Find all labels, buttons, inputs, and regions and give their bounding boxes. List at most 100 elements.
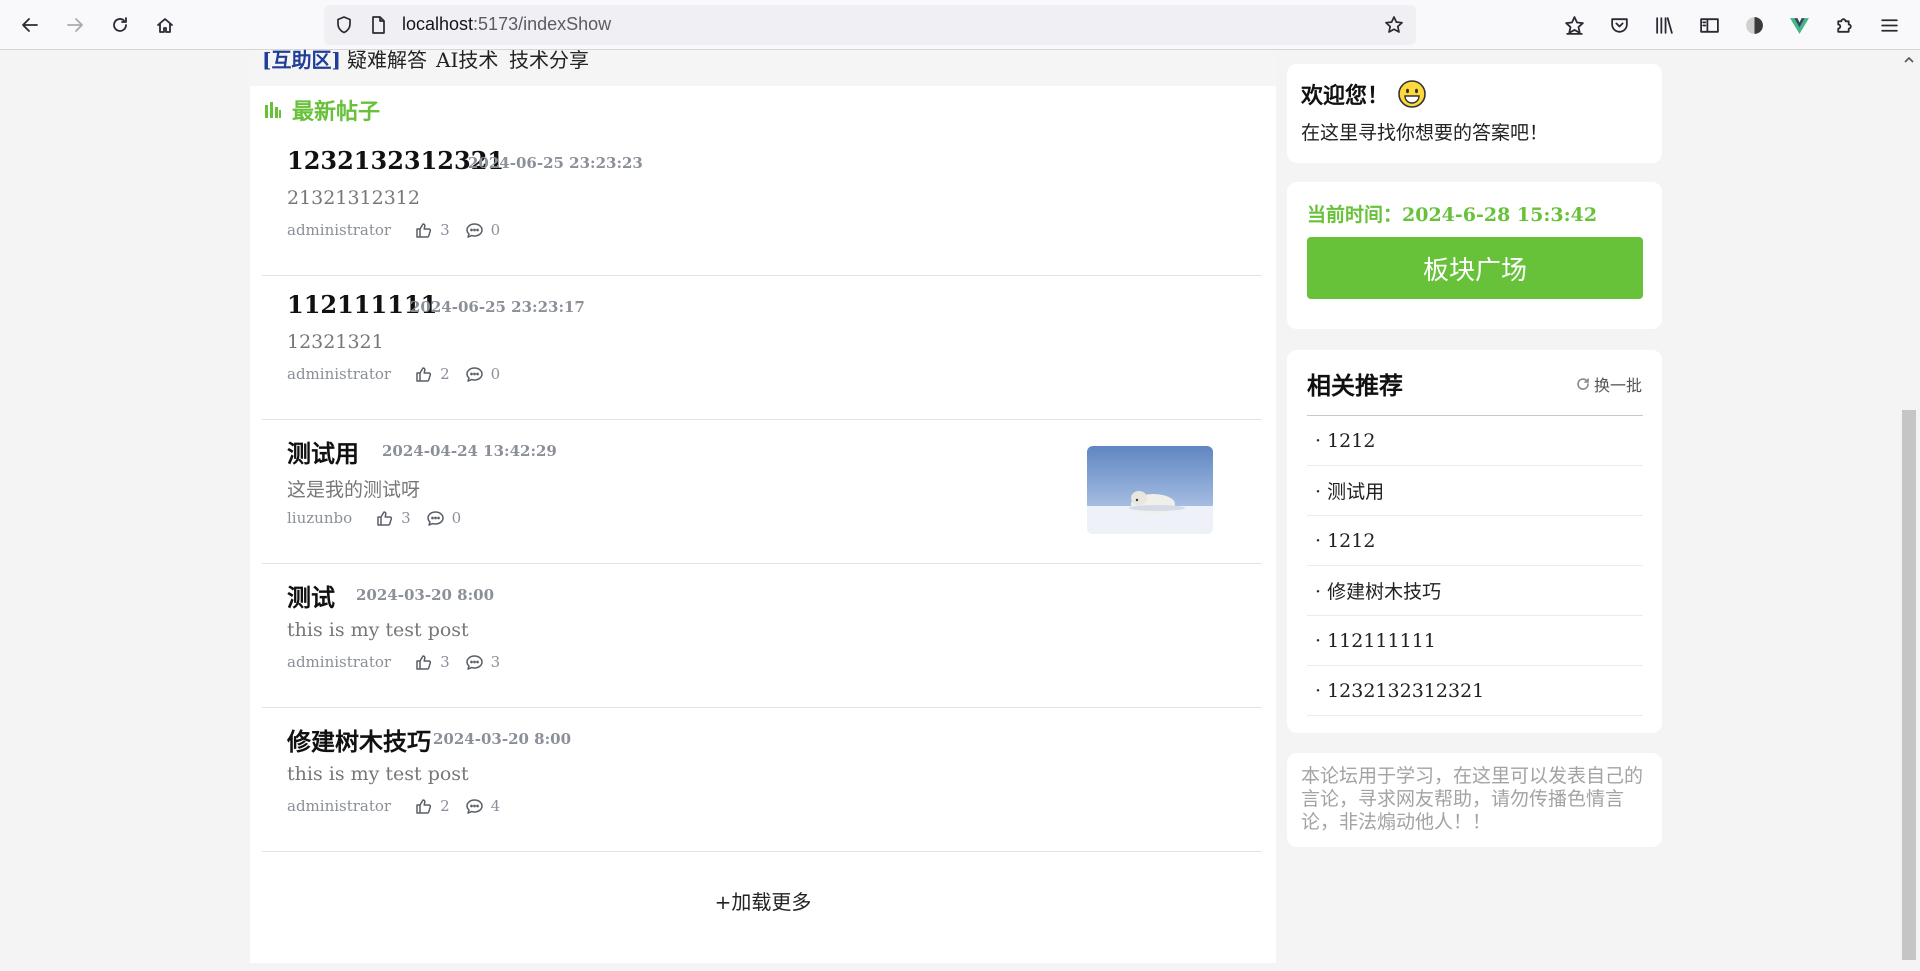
recommend-item[interactable]: · 1232132312321: [1307, 666, 1643, 716]
url-path: :5173/indexShow: [473, 14, 612, 34]
post-date: 2024-06-25 23:23:17: [410, 298, 585, 316]
welcome-title: 欢迎您！: [1301, 78, 1427, 110]
forward-button[interactable]: [61, 11, 89, 39]
post-author[interactable]: administrator: [287, 797, 391, 815]
about-text: 本论坛用于学习，在这里可以发表自己的言论，寻求网友帮助，请勿传播色情言论，非法煽…: [1301, 765, 1644, 833]
forward-arrow-icon: [67, 18, 83, 32]
comment-count: 0: [451, 509, 462, 527]
recommend-item[interactable]: · 测试用: [1307, 466, 1643, 516]
like-count: 3: [401, 509, 411, 527]
recommend-item[interactable]: · 1212: [1307, 416, 1643, 466]
post-item[interactable]: 112111111 2024-06-25 23:23:17 12321321 a…: [262, 276, 1262, 420]
comment-count: 3: [490, 653, 501, 671]
scroll-up-arrow-icon[interactable]: [1903, 54, 1915, 66]
nav-link-ai[interactable]: AI技术: [436, 44, 498, 73]
pocket-icon[interactable]: [1607, 13, 1631, 37]
url-text[interactable]: localhost:5173/indexShow: [402, 14, 611, 35]
welcome-title-text: 欢迎您！: [1301, 83, 1390, 109]
post-title[interactable]: 测试: [287, 578, 335, 613]
refresh-icon: [1577, 378, 1589, 390]
thumbs-up-icon: [416, 222, 432, 238]
post-title[interactable]: 修建树木技巧: [287, 722, 431, 757]
welcome-card: 欢迎您！ 在这里寻找你想要的答案吧！: [1287, 64, 1662, 163]
post-date: 2024-03-20 8:00: [433, 730, 572, 748]
time-card: 当前时间：2024-6-28 15:3:42 板块广场: [1287, 182, 1662, 329]
shield-icon[interactable]: [334, 15, 354, 35]
post-author[interactable]: administrator: [287, 365, 391, 383]
post-author[interactable]: administrator: [287, 221, 391, 239]
like-count: 3: [440, 221, 450, 239]
back-button[interactable]: [16, 11, 44, 39]
extensions-puzzle-icon[interactable]: [1832, 13, 1856, 37]
sidebar-toggle-icon[interactable]: [1697, 13, 1721, 37]
post-summary: 21321312312: [287, 187, 420, 209]
post-author[interactable]: liuzunbo: [287, 509, 352, 527]
comment-stat[interactable]: 4: [465, 797, 501, 815]
refresh-button[interactable]: 换一批: [1576, 372, 1642, 396]
pocket-star-icon[interactable]: [1562, 13, 1586, 37]
latest-posts-heading: 最新帖子: [264, 94, 380, 126]
post-author[interactable]: administrator: [287, 653, 391, 671]
comment-bubble-icon: [465, 366, 483, 382]
like-count: 3: [440, 653, 450, 671]
comment-count: 4: [490, 797, 501, 815]
thumbs-up-icon: [416, 798, 432, 814]
home-button[interactable]: [151, 11, 179, 39]
nav-link-share[interactable]: 技术分享: [509, 44, 589, 73]
recommend-item[interactable]: · 112111111: [1307, 616, 1643, 666]
polar-bear-image: [1087, 446, 1213, 534]
comment-stat[interactable]: 3: [465, 653, 501, 671]
grinning-emoji-icon: [1398, 80, 1426, 108]
menu-hamburger-icon[interactable]: [1877, 13, 1901, 37]
nav-link-qa[interactable]: 疑难解答: [347, 44, 427, 73]
like-stat[interactable]: 3: [415, 221, 450, 239]
post-item[interactable]: 测试 2024-03-20 8:00 this is my test post …: [262, 564, 1262, 708]
thumbs-up-icon: [416, 366, 432, 382]
post-item[interactable]: 修建树木技巧 2024-03-20 8:00 this is my test p…: [262, 708, 1262, 852]
comment-bubble-icon: [465, 798, 483, 814]
post-item[interactable]: 测试用 2024-04-24 13:42:29 这是我的测试呀 liuzunbo…: [262, 420, 1262, 564]
comment-stat[interactable]: 0: [465, 365, 501, 383]
board-plaza-button[interactable]: 板块广场: [1307, 237, 1643, 299]
like-stat[interactable]: 2: [415, 365, 450, 383]
library-icon[interactable]: [1652, 13, 1676, 37]
section-title: 最新帖子: [292, 99, 381, 125]
vue-devtools-icon[interactable]: [1787, 13, 1811, 37]
load-more-button[interactable]: +加载更多: [250, 886, 1276, 915]
comment-count: 0: [490, 365, 501, 383]
url-host: localhost: [402, 14, 474, 34]
post-thumbnail[interactable]: [1087, 446, 1213, 534]
like-count: 2: [440, 797, 450, 815]
extension-dark-icon[interactable]: [1742, 13, 1766, 37]
like-stat[interactable]: 3: [376, 509, 411, 527]
comment-stat[interactable]: 0: [426, 509, 462, 527]
post-item[interactable]: 1232132312321 2024-06-25 23:23:23 213213…: [262, 132, 1262, 276]
thumbs-up-icon: [416, 654, 432, 670]
url-bar[interactable]: localhost:5173/indexShow: [324, 5, 1416, 45]
scrollbar-thumb[interactable]: [1902, 410, 1916, 960]
like-stat[interactable]: 2: [415, 797, 450, 815]
post-meta: administrator 3 3: [287, 653, 516, 671]
like-stat[interactable]: 3: [415, 653, 450, 671]
post-summary: 这是我的测试呀: [287, 479, 421, 501]
post-meta: liuzunbo 3 0: [287, 509, 477, 527]
recommend-item[interactable]: · 修建树木技巧: [1307, 566, 1643, 616]
home-icon: [157, 18, 173, 33]
post-summary: 12321321: [287, 331, 384, 353]
about-card: 本论坛用于学习，在这里可以发表自己的言论，寻求网友帮助，请勿传播色情言论，非法煽…: [1287, 753, 1662, 847]
browser-toolbar: localhost:5173/indexShow: [0, 0, 1920, 50]
like-count: 2: [440, 365, 450, 383]
post-date: 2024-04-24 13:42:29: [382, 442, 557, 460]
comment-bubble-icon: [465, 654, 483, 670]
post-date: 2024-06-25 23:23:23: [468, 154, 643, 172]
bookmark-star-icon[interactable]: [1384, 15, 1404, 35]
category-zone-label[interactable]: [互助区]: [262, 44, 341, 73]
post-summary: this is my test post: [287, 619, 469, 641]
post-title[interactable]: 测试用: [287, 434, 359, 469]
reload-button[interactable]: [106, 11, 134, 39]
comment-bubble-icon: [465, 222, 483, 238]
post-meta: administrator 2 4: [287, 797, 516, 815]
welcome-subtitle: 在这里寻找你想要的答案吧！: [1301, 122, 1549, 144]
recommend-item[interactable]: · 1212: [1307, 516, 1643, 566]
comment-stat[interactable]: 0: [465, 221, 500, 239]
